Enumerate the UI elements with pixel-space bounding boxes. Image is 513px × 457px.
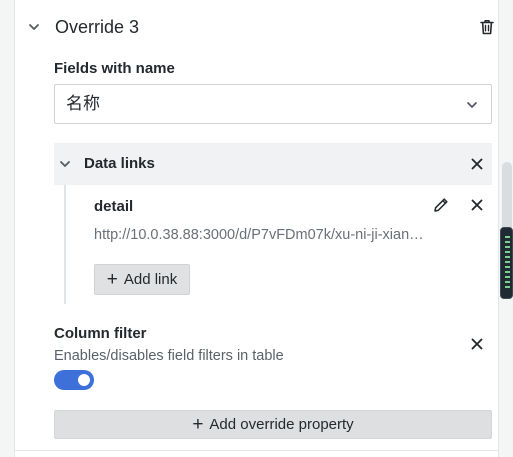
data-links-indent-line <box>64 185 66 304</box>
toggle-knob <box>78 374 90 386</box>
chevron-down-icon <box>461 94 483 116</box>
panel-bottom-divider <box>14 450 499 451</box>
close-icon[interactable] <box>466 153 488 175</box>
matcher-label: Fields with name <box>54 60 175 77</box>
override-editor-page: Override 3 Fields with name 名称 Data link… <box>0 0 513 457</box>
override-title: Override 3 <box>55 17 140 37</box>
plus-icon: + <box>192 414 204 435</box>
column-filter-toggle[interactable] <box>54 370 94 390</box>
chevron-down-icon[interactable] <box>23 16 45 38</box>
link-url: http://10.0.38.88:3000/d/P7vFDm07k/xu-ni… <box>94 227 424 243</box>
data-links-title: Data links <box>84 155 155 172</box>
add-link-button[interactable]: + Add link <box>94 264 190 295</box>
link-title: detail <box>94 198 134 215</box>
field-name-value: 名称 <box>66 94 100 113</box>
data-links-header[interactable]: Data links <box>54 143 492 185</box>
column-filter-label: Column filter <box>54 325 147 342</box>
add-override-property-label: Add override property <box>209 416 354 433</box>
chevron-down-icon[interactable] <box>54 153 76 175</box>
column-filter-description: Enables/disables field filters in table <box>54 348 284 364</box>
trash-icon[interactable] <box>476 16 498 38</box>
add-link-label: Add link <box>123 271 178 288</box>
add-override-property-button[interactable]: + Add override property <box>54 410 492 439</box>
close-icon[interactable] <box>466 333 488 355</box>
close-icon[interactable] <box>466 194 488 216</box>
plus-icon: + <box>106 269 118 290</box>
pencil-icon[interactable] <box>430 194 452 216</box>
field-name-select[interactable]: 名称 <box>54 84 492 124</box>
scrollbar-grip-widget[interactable] <box>500 227 513 299</box>
